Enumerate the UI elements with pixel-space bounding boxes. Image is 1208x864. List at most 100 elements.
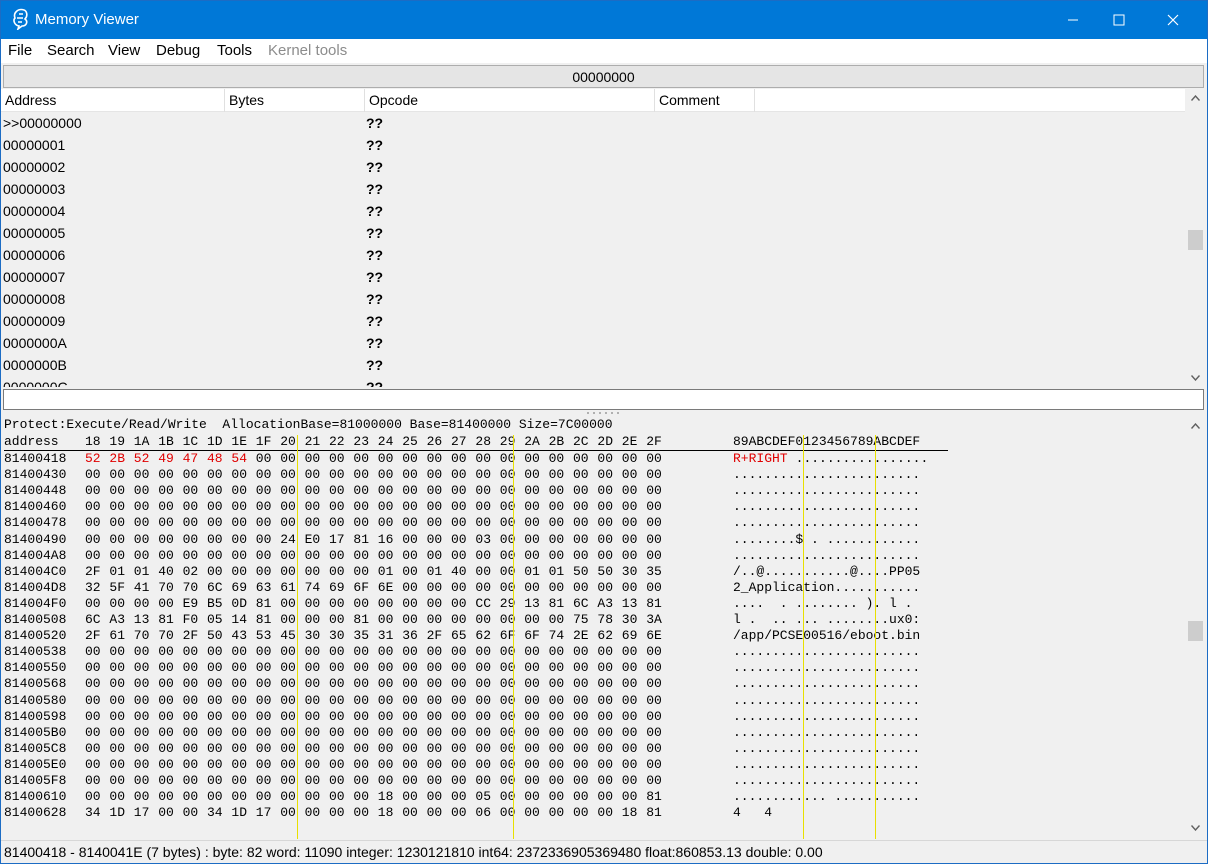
hex-byte[interactable]: 65 xyxy=(451,628,467,644)
hex-byte[interactable]: 00 xyxy=(549,805,565,821)
hex-byte[interactable]: 00 xyxy=(402,676,418,692)
hex-byte[interactable]: 00 xyxy=(646,467,662,483)
hex-byte[interactable]: 00 xyxy=(549,757,565,773)
hex-byte[interactable]: 00 xyxy=(524,499,540,515)
hex-byte[interactable]: 00 xyxy=(597,515,613,531)
hex-byte[interactable]: 00 xyxy=(622,548,638,564)
hex-byte[interactable]: 00 xyxy=(451,499,467,515)
hex-byte[interactable]: 00 xyxy=(158,805,174,821)
hex-byte[interactable]: 00 xyxy=(305,548,321,564)
disassembler-row[interactable]: 0000000C?? xyxy=(1,376,1185,387)
hex-byte[interactable]: 00 xyxy=(353,773,369,789)
hex-byte[interactable]: 00 xyxy=(109,789,125,805)
hex-byte[interactable]: 43 xyxy=(231,628,247,644)
hex-byte[interactable]: 00 xyxy=(353,548,369,564)
hex-byte[interactable]: 00 xyxy=(109,676,125,692)
hex-byte[interactable]: 00 xyxy=(183,693,199,709)
hex-ascii[interactable]: l . .. ... ........ux0: xyxy=(733,612,920,628)
hex-byte[interactable]: 00 xyxy=(427,515,443,531)
hex-byte[interactable]: 00 xyxy=(85,532,101,548)
hex-byte[interactable]: 00 xyxy=(207,757,223,773)
hex-byte[interactable]: 24 xyxy=(280,532,296,548)
hex-byte[interactable]: 00 xyxy=(646,644,662,660)
hex-byte[interactable]: 01 xyxy=(549,564,565,580)
hex-byte[interactable]: 00 xyxy=(231,725,247,741)
hex-byte[interactable]: 81 xyxy=(353,612,369,628)
hex-byte[interactable]: 00 xyxy=(329,451,345,467)
hex-byte[interactable]: 81 xyxy=(256,612,272,628)
hex-byte[interactable]: 00 xyxy=(475,548,491,564)
hex-byte[interactable]: 00 xyxy=(549,451,565,467)
hex-byte[interactable]: 81 xyxy=(353,532,369,548)
hex-byte[interactable]: 00 xyxy=(231,467,247,483)
hex-byte[interactable]: 00 xyxy=(280,725,296,741)
hex-byte[interactable]: 00 xyxy=(402,725,418,741)
hex-ascii[interactable]: ........................ xyxy=(733,467,920,483)
hex-byte[interactable]: 00 xyxy=(158,596,174,612)
hex-byte[interactable]: 53 xyxy=(256,628,272,644)
hex-byte[interactable]: 00 xyxy=(427,773,443,789)
hex-byte[interactable]: 00 xyxy=(475,483,491,499)
hex-byte[interactable]: 00 xyxy=(256,499,272,515)
hex-byte[interactable]: 00 xyxy=(256,548,272,564)
hex-byte[interactable]: 00 xyxy=(597,676,613,692)
hex-byte[interactable]: 00 xyxy=(402,499,418,515)
hex-byte[interactable]: 00 xyxy=(353,660,369,676)
hex-ascii-selected[interactable]: R+RIGHT xyxy=(733,451,788,467)
hex-byte[interactable]: 00 xyxy=(85,467,101,483)
hex-byte[interactable]: 00 xyxy=(451,725,467,741)
hex-byte[interactable]: 36 xyxy=(402,628,418,644)
scroll-thumb[interactable] xyxy=(1188,621,1203,641)
hex-byte[interactable]: 00 xyxy=(280,789,296,805)
hex-byte[interactable]: 00 xyxy=(158,548,174,564)
hex-byte[interactable]: 45 xyxy=(280,628,296,644)
hex-byte[interactable]: 00 xyxy=(402,532,418,548)
hex-byte[interactable]: 00 xyxy=(475,709,491,725)
disassembler-row[interactable]: 00000006?? xyxy=(1,244,1185,266)
hex-byte[interactable]: 00 xyxy=(183,483,199,499)
hex-byte[interactable]: 40 xyxy=(158,564,174,580)
hex-byte[interactable]: 00 xyxy=(427,725,443,741)
hex-byte[interactable]: 00 xyxy=(280,693,296,709)
hex-byte[interactable]: 00 xyxy=(427,548,443,564)
hex-scrollbar[interactable] xyxy=(1187,415,1204,839)
hex-byte[interactable]: 00 xyxy=(183,515,199,531)
hex-byte[interactable]: 00 xyxy=(256,741,272,757)
hex-byte[interactable]: 00 xyxy=(549,467,565,483)
hex-byte[interactable]: 00 xyxy=(524,741,540,757)
disassembler-row[interactable]: 00000002?? xyxy=(1,156,1185,178)
hex-byte[interactable]: 00 xyxy=(427,483,443,499)
hex-byte[interactable]: 00 xyxy=(451,532,467,548)
hex-byte[interactable]: 00 xyxy=(402,741,418,757)
hex-byte[interactable]: 00 xyxy=(402,467,418,483)
hex-byte[interactable]: 69 xyxy=(231,580,247,596)
hex-byte[interactable]: 00 xyxy=(573,499,589,515)
hex-byte[interactable]: 00 xyxy=(256,676,272,692)
hex-byte[interactable]: 78 xyxy=(597,612,613,628)
hex-byte[interactable]: 00 xyxy=(353,741,369,757)
hex-byte[interactable]: 6C xyxy=(85,612,101,628)
hex-byte[interactable]: 00 xyxy=(622,532,638,548)
hex-byte[interactable]: 00 xyxy=(475,676,491,692)
hex-view[interactable]: Protect:Execute/Read/Write AllocationBas… xyxy=(1,415,1185,839)
hex-byte[interactable]: 00 xyxy=(109,757,125,773)
hex-byte[interactable]: 16 xyxy=(378,532,394,548)
column-comment[interactable]: Comment xyxy=(655,89,755,112)
hex-byte[interactable]: 00 xyxy=(353,693,369,709)
hex-byte[interactable]: 00 xyxy=(305,515,321,531)
hex-ascii[interactable]: ........................ xyxy=(733,499,920,515)
hex-byte[interactable]: 74 xyxy=(305,580,321,596)
hex-byte[interactable]: 00 xyxy=(305,693,321,709)
hex-byte[interactable]: 00 xyxy=(402,451,418,467)
hex-byte[interactable]: 00 xyxy=(231,499,247,515)
hex-byte[interactable]: 00 xyxy=(134,709,150,725)
hex-byte[interactable]: 00 xyxy=(475,451,491,467)
title-bar[interactable]: Memory Viewer xyxy=(0,0,1208,39)
hex-byte[interactable]: 00 xyxy=(573,757,589,773)
hex-byte[interactable]: CC xyxy=(475,596,491,612)
hex-byte[interactable]: 00 xyxy=(305,483,321,499)
hex-byte[interactable]: 81 xyxy=(256,596,272,612)
hex-byte[interactable]: 03 xyxy=(475,532,491,548)
hex-ascii[interactable]: ........................ xyxy=(733,676,920,692)
scroll-down-icon[interactable] xyxy=(1187,369,1204,386)
